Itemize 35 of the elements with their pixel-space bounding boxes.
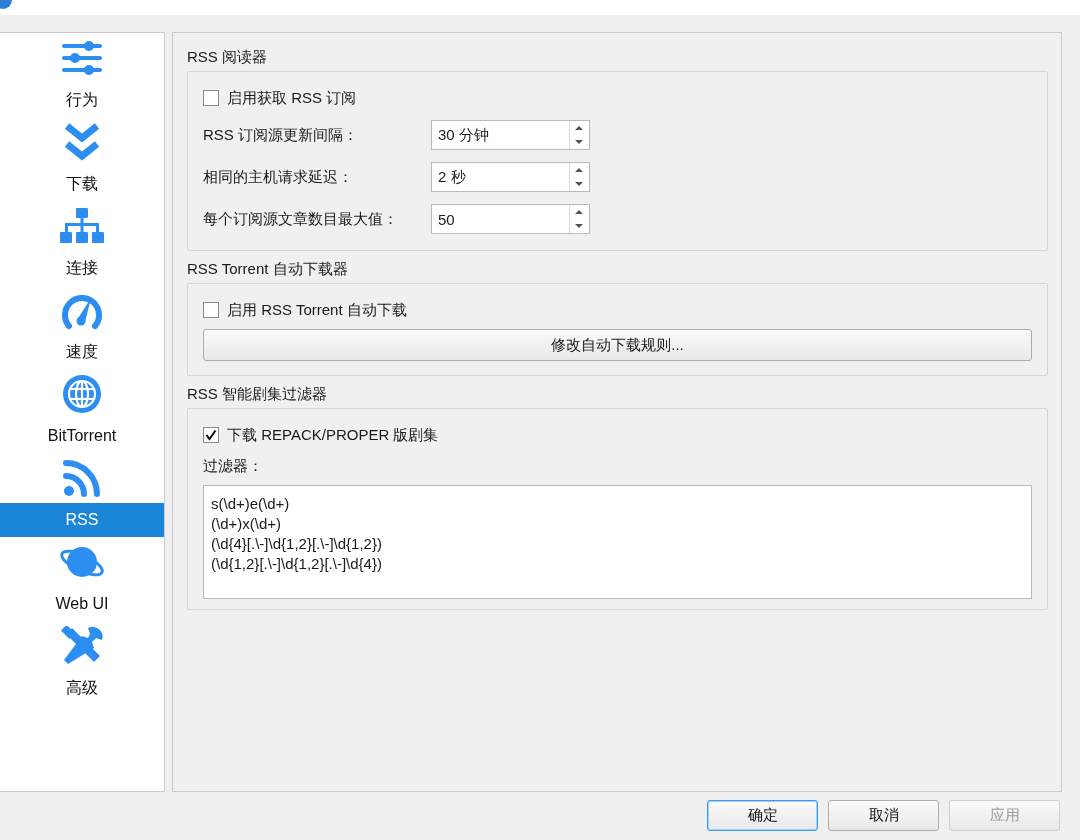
field-label: 过滤器： xyxy=(203,456,263,476)
checkbox-label[interactable]: 下载 REPACK/PROPER 版剧集 xyxy=(227,425,439,445)
field-label: RSS 订阅源更新间隔： xyxy=(203,125,359,145)
rss-icon xyxy=(62,458,102,498)
checkbox-label[interactable]: 启用 RSS Torrent 自动下载 xyxy=(227,300,407,320)
rules-button[interactable]: 修改自动下载规则... xyxy=(203,329,1032,361)
dialog-button[interactable]: 取消 xyxy=(828,800,939,831)
sidebar-item[interactable]: 速度 xyxy=(0,335,164,369)
sidebar-item[interactable]: Web UI xyxy=(0,587,164,621)
tools-icon xyxy=(60,626,104,666)
group-title: RSS 阅读器 xyxy=(187,47,268,67)
sliders-icon xyxy=(61,38,103,78)
field-label: 每个订阅源文章数目最大值： xyxy=(203,209,399,229)
spin-box[interactable]: 30 分钟 xyxy=(431,120,590,150)
globe-icon xyxy=(62,374,102,414)
filter-field[interactable]: s(\d+)e(\d+) (\d+)x(\d+) (\d{4}[.\-]\d{1,2}[.\-]\d{1,2}) (\d{1,2}[.\-]\d{1,2}[.\-]\d{4}) xyxy=(203,485,1032,599)
checkbox[interactable] xyxy=(203,90,219,106)
sidebar-item[interactable]: 高级 xyxy=(0,671,164,705)
checkmark-icon xyxy=(205,429,217,441)
checkbox[interactable] xyxy=(203,302,219,318)
double-chevron-down-icon xyxy=(63,122,101,162)
sidebar-item[interactable]: RSS xyxy=(0,503,164,537)
checkbox[interactable] xyxy=(203,427,219,443)
checkbox-label[interactable]: 启用获取 RSS 订阅 xyxy=(227,88,357,108)
sidebar-item[interactable]: 下载 xyxy=(0,167,164,201)
field-label: 相同的主机请求延迟： xyxy=(203,167,354,187)
dialog-button[interactable]: 确定 xyxy=(707,800,818,831)
sidebar-item[interactable]: 连接 xyxy=(0,251,164,285)
group-title: RSS Torrent 自动下载器 xyxy=(187,259,349,279)
sidebar-item[interactable]: 行为 xyxy=(0,83,164,117)
hierarchy-icon xyxy=(60,208,104,244)
spin-box[interactable]: 2 秒 xyxy=(431,162,590,192)
spin-box[interactable]: 50 xyxy=(431,204,590,234)
group-title: RSS 智能剧集过滤器 xyxy=(187,384,328,404)
sidebar-item[interactable]: BitTorrent xyxy=(0,419,164,453)
